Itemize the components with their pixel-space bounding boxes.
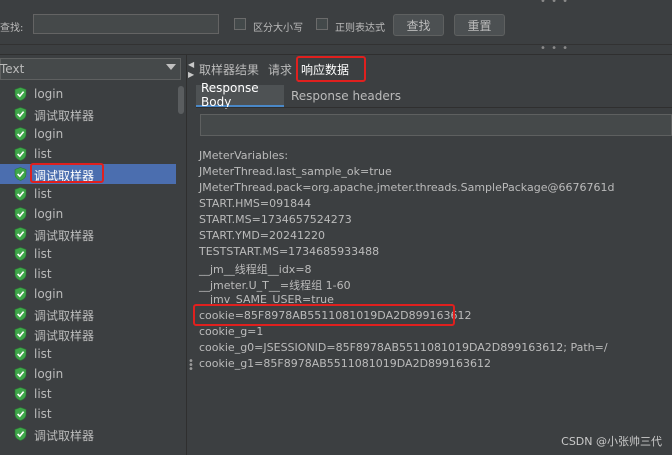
success-shield-icon	[14, 267, 27, 281]
success-shield-icon	[14, 427, 27, 441]
response-line: JMeterThread.pack=org.apache.jmeter.thre…	[199, 181, 615, 194]
success-shield-icon	[14, 127, 27, 141]
tree-item[interactable]: 调试取样器	[0, 324, 176, 344]
success-shield-icon	[14, 87, 27, 101]
tree-item-label: 调试取样器	[34, 429, 95, 443]
response-line: START.YMD=20241220	[199, 229, 326, 242]
subtab-divider	[196, 107, 672, 108]
tree-item[interactable]: 调试取样器	[0, 224, 176, 244]
tree-item-label: login	[34, 287, 64, 301]
success-shield-icon	[14, 107, 27, 121]
success-shield-icon	[14, 367, 27, 381]
success-shield-icon	[14, 247, 27, 261]
subtab-response-headers[interactable]: Response headers	[286, 85, 406, 107]
tree-item-label: 调试取样器	[34, 229, 95, 243]
response-line: __jm__线程组__idx=8	[199, 263, 312, 276]
tree-item[interactable]: list	[0, 184, 176, 204]
search-input[interactable]	[33, 14, 219, 34]
tree-item[interactable]: login	[0, 204, 176, 224]
tree-item-label: list	[34, 247, 52, 261]
tree-item[interactable]: list	[0, 404, 176, 424]
success-shield-icon	[14, 327, 27, 341]
case-sensitive-checkbox[interactable]	[234, 18, 246, 30]
tree-item-label: 调试取样器	[34, 329, 95, 343]
renderer-select-value: Text	[0, 62, 25, 76]
success-shield-icon	[14, 287, 27, 301]
tree-item-label: 调试取样器	[34, 109, 95, 123]
success-shield-icon	[14, 147, 27, 161]
tree-item[interactable]: list	[0, 264, 176, 284]
find-button[interactable]: 查找	[393, 14, 444, 36]
success-shield-icon	[14, 187, 27, 201]
response-line: START.HMS=091844	[199, 197, 312, 210]
response-line: JMeterVariables:	[199, 149, 289, 162]
regex-label: 正则表达式	[335, 23, 385, 34]
response-line: START.MS=1734657524273	[199, 213, 352, 226]
splitter-grip-icon[interactable]: • • •	[188, 357, 194, 375]
success-shield-icon	[14, 227, 27, 241]
tree-item-label: list	[34, 147, 52, 161]
tree-item-label: login	[34, 367, 64, 381]
subtab-response-body[interactable]: Response Body	[196, 81, 284, 109]
expand-right-icon[interactable]: ▶	[188, 70, 194, 79]
tree-item[interactable]: login	[0, 284, 176, 304]
success-shield-icon	[14, 387, 27, 401]
tab-request[interactable]: 请求	[268, 61, 292, 78]
response-line: JMeterThread.last_sample_ok=true	[199, 165, 392, 178]
response-line: cookie_g=1	[199, 325, 264, 338]
reset-button[interactable]: 重置	[454, 14, 505, 36]
tree-item-label: login	[34, 207, 64, 221]
tree-scrollbar[interactable]	[177, 84, 185, 455]
tree-item[interactable]: list	[0, 344, 176, 364]
response-search-input[interactable]	[200, 114, 672, 136]
response-line: cookie_g1=85F8978AB5511081019DA2D8991636…	[199, 357, 492, 370]
tree-item[interactable]: login	[0, 364, 176, 384]
response-line: __jmeter.U_T__=线程组 1-60	[199, 279, 351, 292]
sampler-results-tree: login 调试取样器 login list 调试取样器 list login 调试取样器 li…	[0, 84, 176, 455]
response-line: TESTSTART.MS=1734685933488	[199, 245, 380, 258]
tree-item[interactable]: 调试取样器	[0, 104, 176, 124]
tree-item-label: list	[34, 387, 52, 401]
tree-item-label: login	[34, 87, 64, 101]
vertical-splitter[interactable]	[186, 55, 195, 455]
watermark: CSDN @小张帅三代	[561, 435, 662, 448]
annotation-box-selected-sampler	[30, 163, 104, 183]
tree-item-label: login	[34, 127, 64, 141]
tree-item-label: list	[34, 347, 52, 361]
tree-item-label: list	[34, 187, 52, 201]
tree-item[interactable]: 调试取样器	[0, 424, 176, 444]
splitter-grip-dots[interactable]: • • •	[540, 43, 569, 54]
tree-item-label: list	[34, 267, 52, 281]
case-sensitive-label: 区分大小写	[253, 23, 303, 34]
search-label: 查找:	[0, 23, 24, 34]
tree-item[interactable]: list	[0, 384, 176, 404]
success-shield-icon	[14, 207, 27, 221]
tree-item[interactable]: login	[0, 84, 176, 104]
success-shield-icon	[14, 347, 27, 361]
tree-item[interactable]: list	[0, 144, 176, 164]
regex-checkbox[interactable]	[316, 18, 328, 30]
success-shield-icon	[14, 407, 27, 421]
tree-item[interactable]: list	[0, 244, 176, 264]
horizontal-splitter[interactable]	[0, 45, 672, 55]
success-shield-icon	[14, 167, 27, 181]
response-line: cookie_g0=JSESSIONID=85F8978AB5511081019…	[199, 341, 608, 354]
tab-sampler-result[interactable]: 取样器结果	[199, 61, 259, 78]
renderer-select[interactable]	[0, 58, 181, 80]
chevron-down-icon[interactable]	[166, 64, 176, 70]
tree-item-label: 调试取样器	[34, 309, 95, 323]
tree-item[interactable]: login	[0, 124, 176, 144]
tree-scrollbar-thumb[interactable]	[178, 86, 184, 114]
drag-handle-dots[interactable]: • • •	[540, 0, 569, 7]
tree-item-label: list	[34, 407, 52, 421]
annotation-box-cookie-line	[193, 304, 455, 326]
annotation-box-response-tab	[296, 56, 366, 82]
success-shield-icon	[14, 307, 27, 321]
collapse-left-icon[interactable]: ◀	[188, 60, 194, 69]
tree-item[interactable]: 调试取样器	[0, 304, 176, 324]
